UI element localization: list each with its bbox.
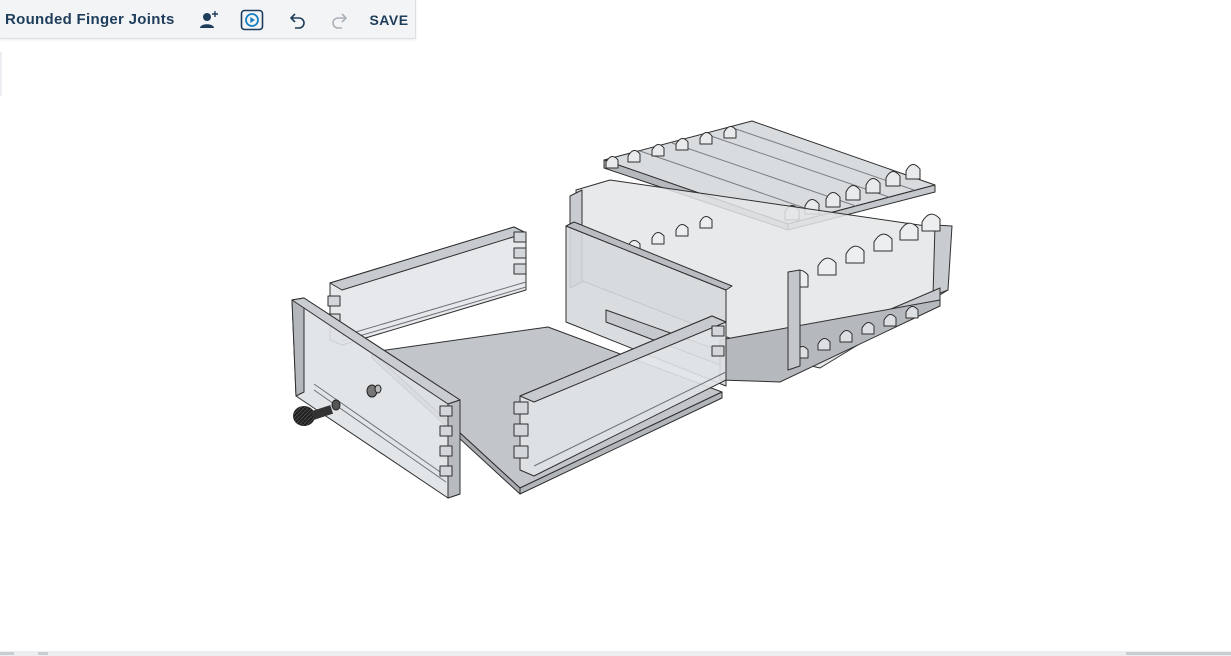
status-bar-handle-mid[interactable]	[38, 652, 48, 655]
status-bar	[0, 651, 1231, 656]
document-title[interactable]: Rounded Finger Joints	[5, 11, 175, 28]
play-animation-icon	[240, 9, 264, 31]
3d-viewport[interactable]	[0, 40, 1231, 652]
undo-icon	[289, 13, 305, 29]
status-bar-handle-left[interactable]	[0, 652, 14, 655]
save-button[interactable]: SAVE	[366, 5, 412, 35]
play-animation-button[interactable]	[239, 5, 265, 35]
redo-icon	[332, 13, 348, 29]
status-bar-handle-right[interactable]	[1126, 652, 1231, 655]
add-collaborator-button[interactable]	[196, 5, 222, 35]
redo-button[interactable]	[327, 5, 353, 35]
add-collaborator-icon	[200, 11, 218, 28]
carcase-assembly	[565, 120, 953, 387]
top-toolbar: Rounded Finger Joints SAVE	[0, 0, 416, 39]
undo-button[interactable]	[284, 5, 310, 35]
